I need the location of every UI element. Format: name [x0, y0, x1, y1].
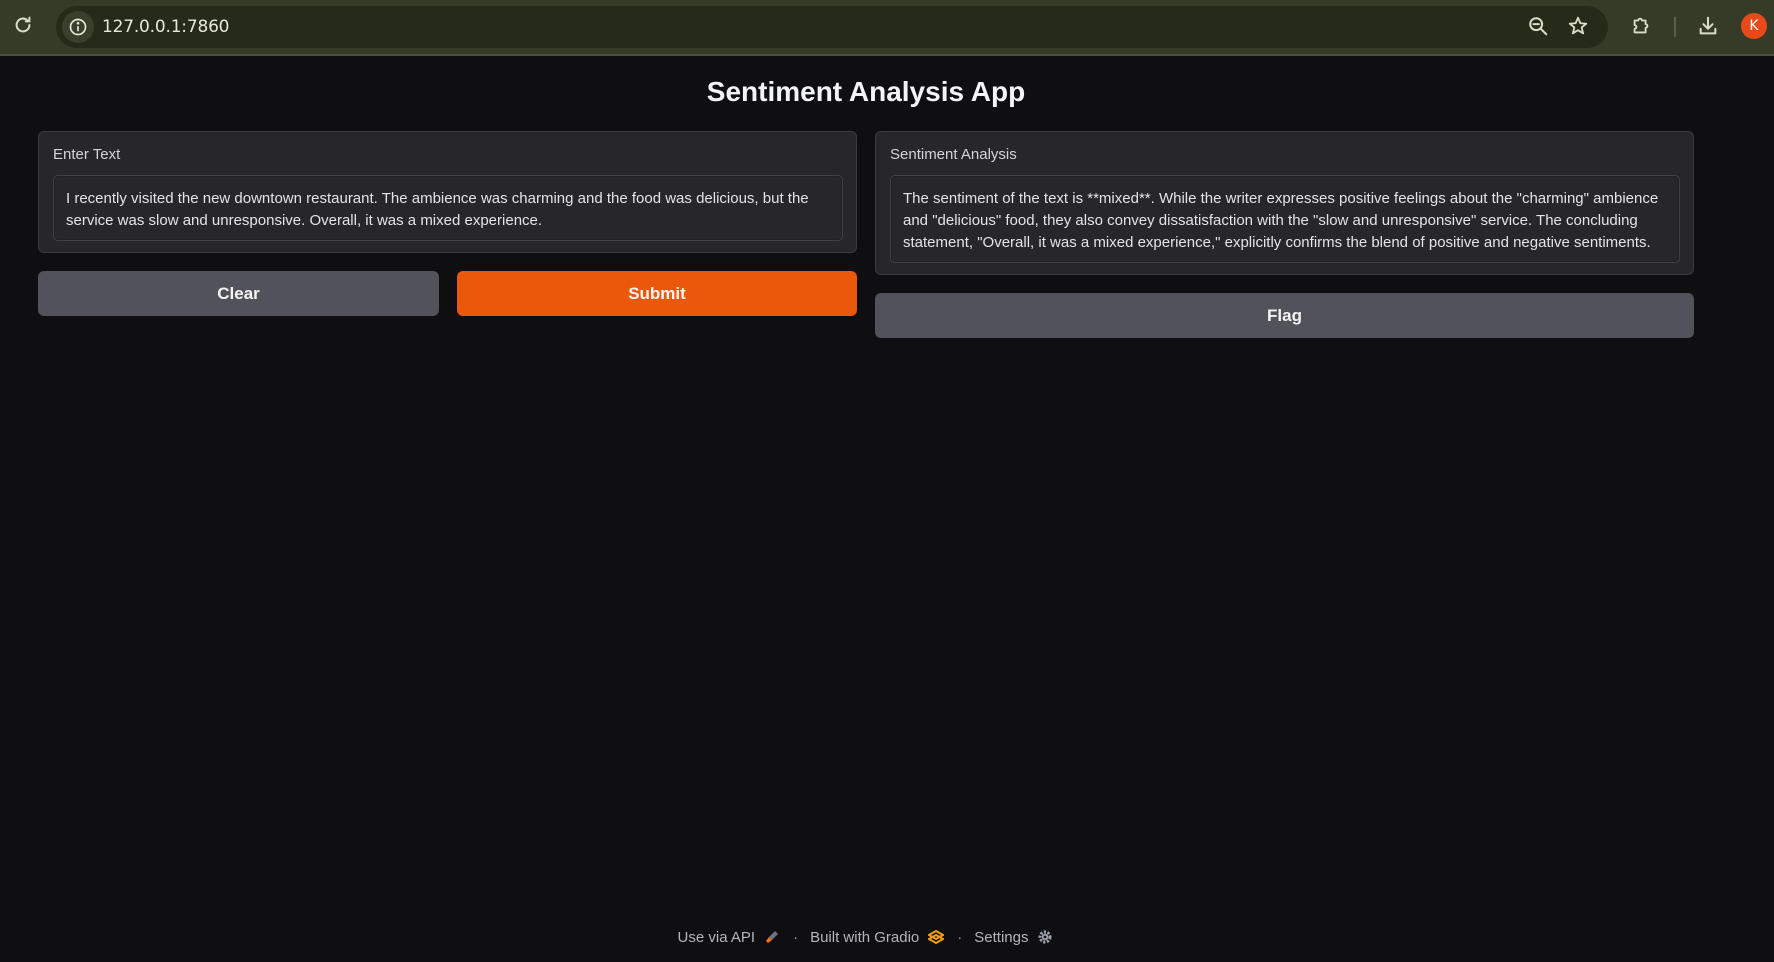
browser-toolbar: 127.0.0.1:7860 K: [0, 0, 1774, 56]
reload-icon[interactable]: [12, 14, 34, 36]
rocket-icon: [763, 928, 781, 946]
input-label: Enter Text: [53, 146, 121, 163]
input-panel: Enter Text I recently visited the new do…: [38, 131, 857, 253]
footer-separator: ·: [793, 928, 799, 946]
use-via-api-link[interactable]: Use via API: [678, 929, 756, 946]
profile-avatar[interactable]: K: [1741, 13, 1767, 39]
url-text[interactable]: 127.0.0.1:7860: [102, 17, 230, 37]
built-with-gradio-link[interactable]: Built with Gradio: [810, 929, 919, 946]
gear-icon[interactable]: [1036, 928, 1054, 946]
settings-link[interactable]: Settings: [974, 929, 1028, 946]
address-bar[interactable]: 127.0.0.1:7860: [56, 6, 1608, 48]
footer: Use via API · Built with Gradio · Settin…: [0, 928, 1732, 946]
footer-separator: ·: [957, 928, 963, 946]
page-title: Sentiment Analysis App: [706, 76, 1026, 107]
site-info-icon[interactable]: [62, 11, 94, 43]
zoom-out-icon[interactable]: [1526, 14, 1550, 38]
output-label: Sentiment Analysis: [890, 146, 1017, 163]
extensions-icon[interactable]: [1629, 14, 1653, 38]
text-input[interactable]: I recently visited the new downtown rest…: [53, 175, 843, 241]
flag-button[interactable]: Flag: [875, 293, 1694, 338]
output-panel: Sentiment Analysis The sentiment of the …: [875, 131, 1694, 275]
download-icon[interactable]: [1696, 14, 1720, 38]
clear-button[interactable]: Clear: [38, 271, 439, 316]
submit-button[interactable]: Submit: [457, 271, 857, 316]
gradio-logo-icon: [927, 928, 945, 946]
bookmark-star-icon[interactable]: [1566, 14, 1590, 38]
toolbar-separator: [1674, 17, 1676, 37]
sentiment-output[interactable]: The sentiment of the text is **mixed**. …: [890, 175, 1680, 263]
